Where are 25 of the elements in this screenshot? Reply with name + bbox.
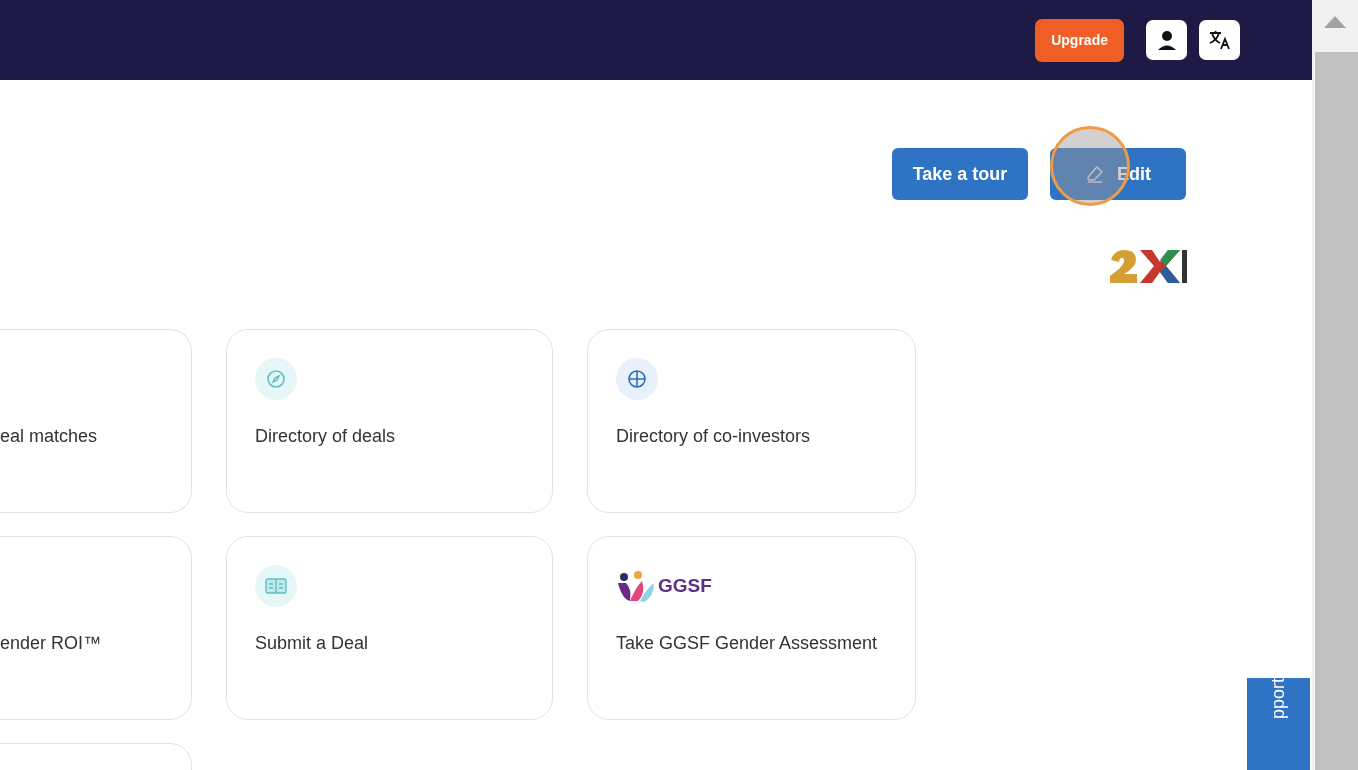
card-label: ender ROI™ bbox=[0, 632, 103, 655]
user-button[interactable] bbox=[1146, 20, 1187, 60]
translate-icon bbox=[1207, 28, 1232, 52]
support-tab[interactable]: pport bbox=[1247, 678, 1310, 770]
feature-card[interactable]: Directory of deals bbox=[226, 329, 553, 513]
user-icon bbox=[1156, 29, 1177, 51]
translate-button[interactable] bbox=[1199, 20, 1240, 60]
card-label: Submit a Deal bbox=[255, 632, 370, 655]
card-label: Directory of deals bbox=[255, 425, 397, 448]
scroll-up-icon bbox=[1324, 16, 1346, 28]
compass-icon bbox=[266, 369, 286, 389]
feature-card[interactable]: Submit a Deal bbox=[226, 536, 553, 720]
feature-card[interactable]: GGSF Take GGSF Gender Assessment bbox=[587, 536, 916, 720]
tour-button[interactable]: Take a tour bbox=[892, 148, 1028, 200]
id-card-icon bbox=[265, 578, 287, 594]
feature-card[interactable]: ender ROI™ bbox=[0, 536, 192, 720]
eraser-icon bbox=[1085, 164, 1105, 184]
crosshair-circle-icon bbox=[627, 369, 647, 389]
card-label: Take GGSF Gender Assessment bbox=[616, 632, 879, 655]
logo-text: GGSF bbox=[658, 575, 712, 597]
people-logo-icon bbox=[616, 569, 656, 603]
feature-card[interactable]: eal matches bbox=[0, 329, 192, 513]
card-label: eal matches bbox=[0, 425, 99, 448]
feature-card[interactable]: Directory of co-investors bbox=[587, 329, 916, 513]
card-label: Directory of co-investors bbox=[616, 425, 812, 448]
